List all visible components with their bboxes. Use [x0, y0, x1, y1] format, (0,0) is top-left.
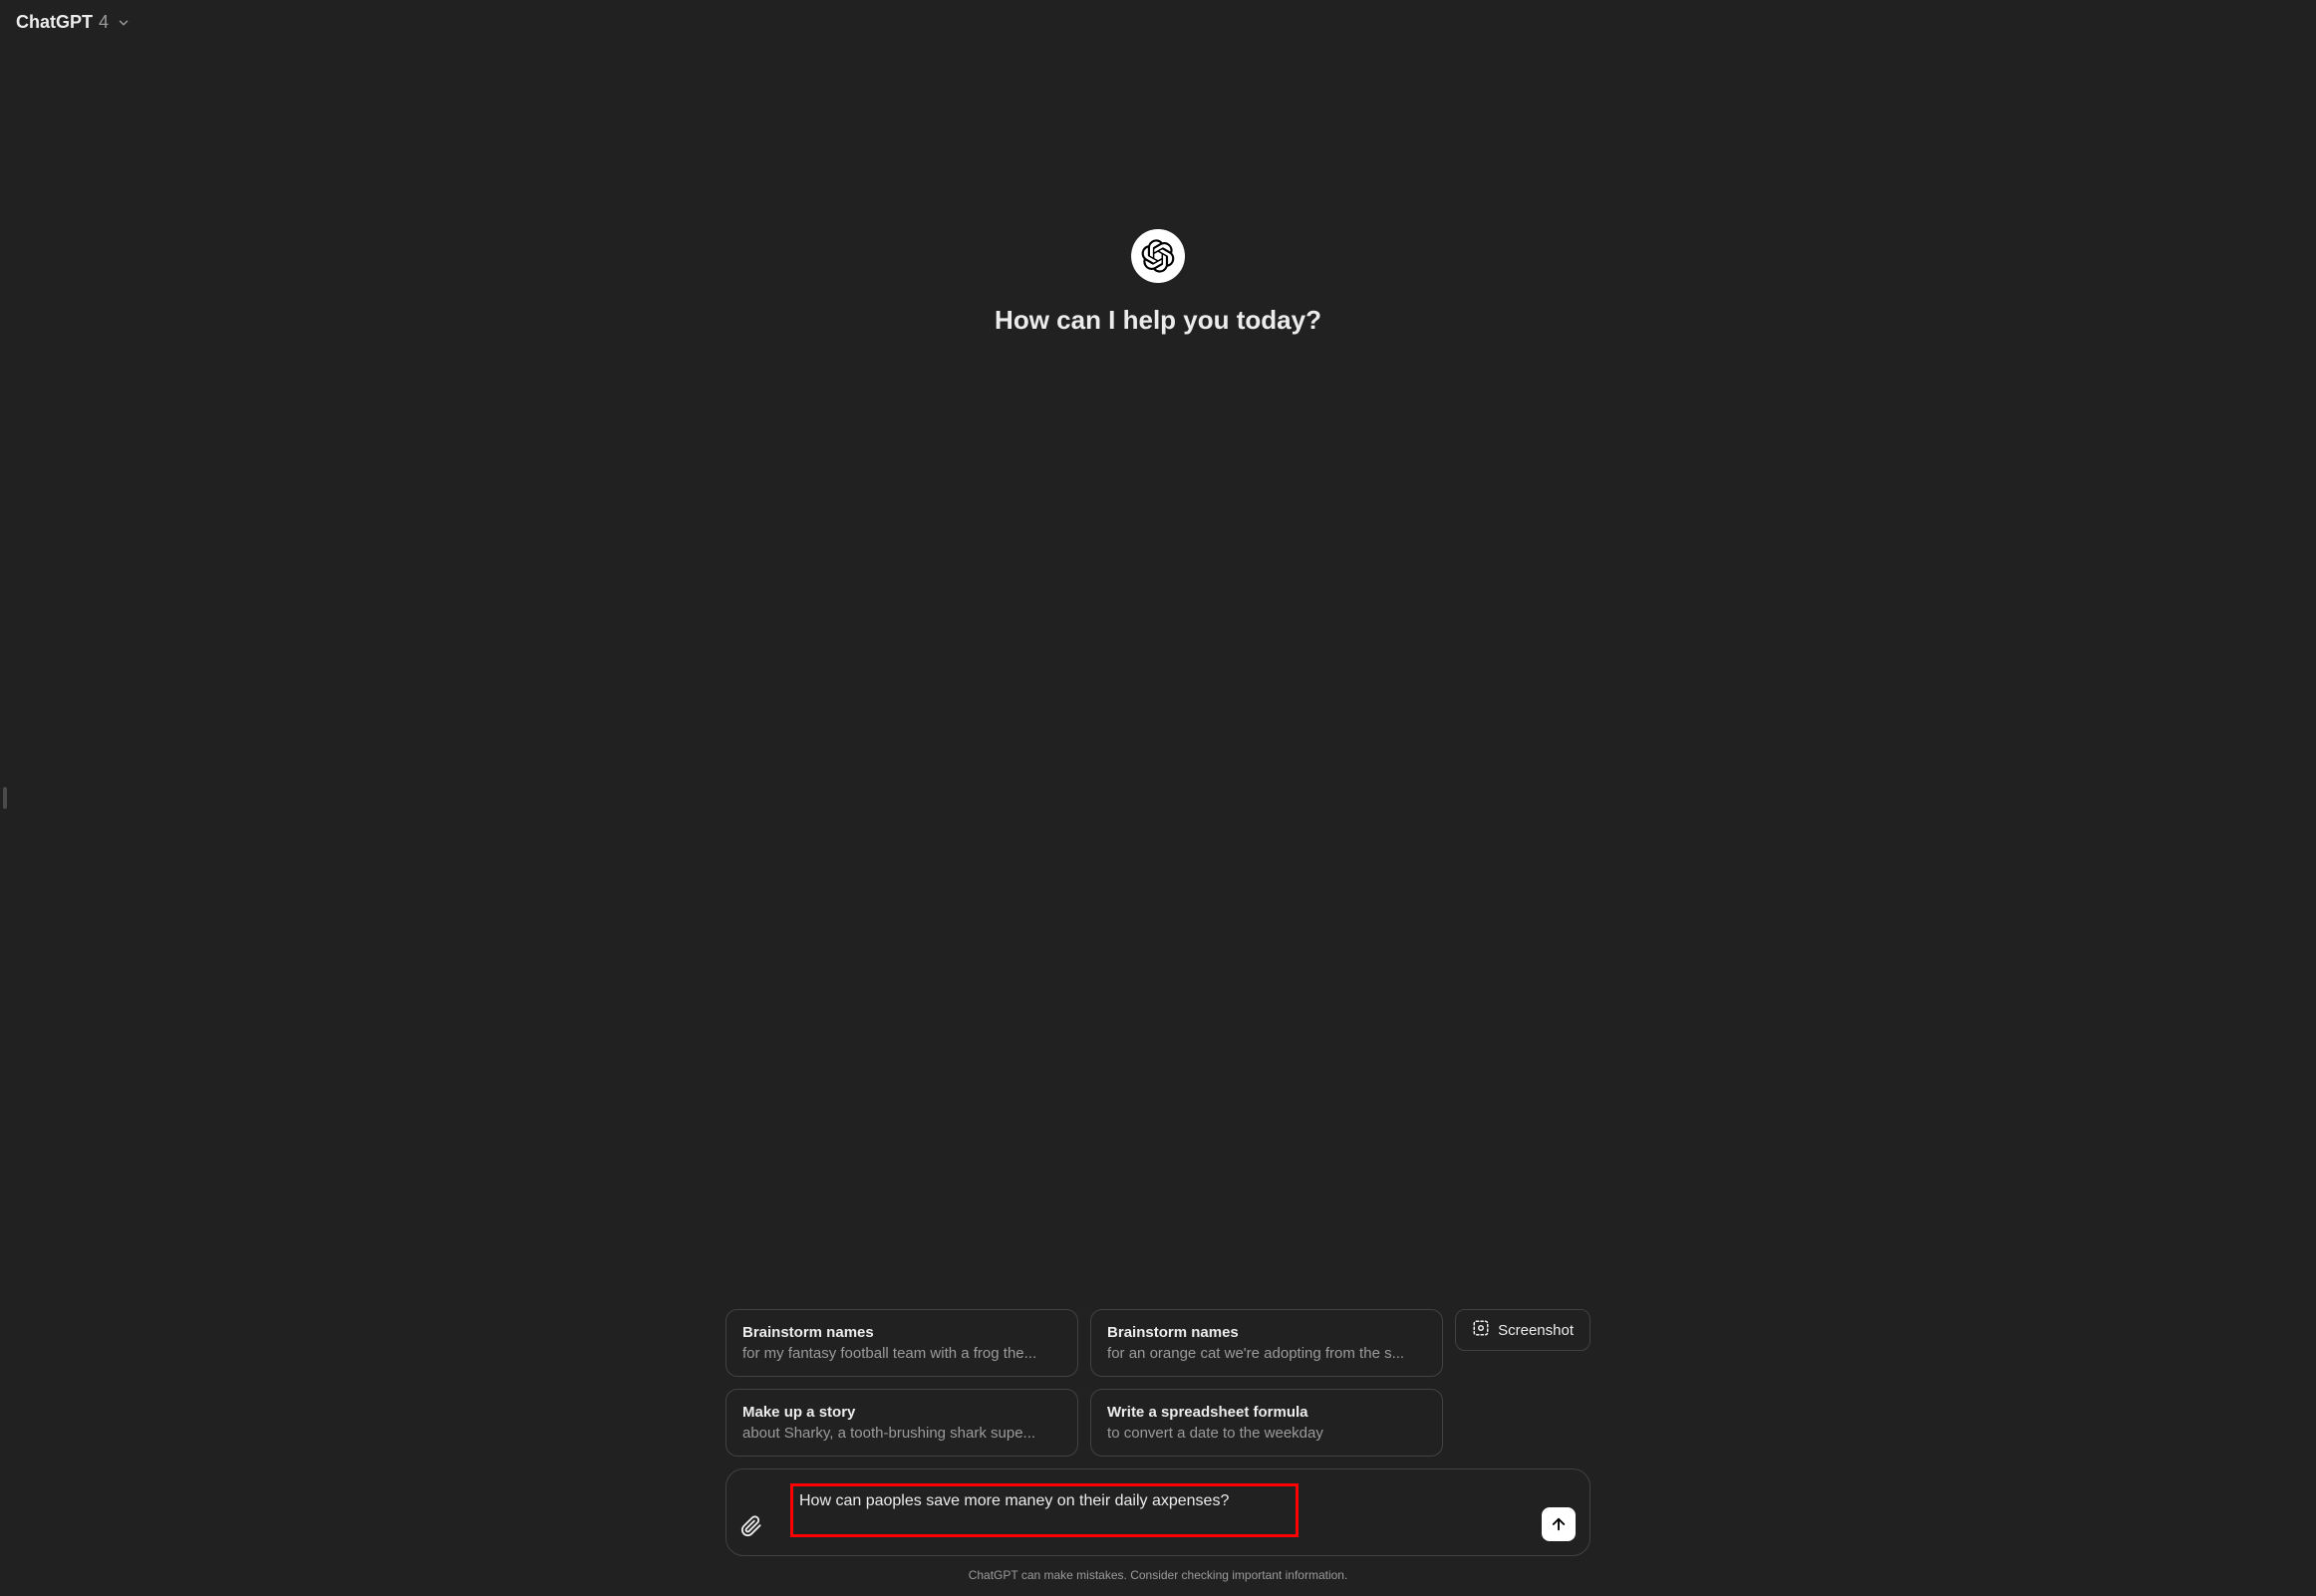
main-area: How can I help you today? Brainstorm nam… [0, 0, 2316, 1596]
hero-greeting: How can I help you today? [995, 305, 1321, 336]
suggestion-card[interactable]: Brainstorm names for my fantasy football… [725, 1309, 1078, 1377]
suggestion-title: Brainstorm names [1107, 1324, 1426, 1341]
attach-button[interactable] [740, 1515, 762, 1543]
message-input[interactable]: How can paoples save more maney on their… [790, 1483, 1532, 1537]
suggestion-card[interactable]: Brainstorm names for an orange cat we're… [1090, 1309, 1443, 1377]
arrow-up-icon [1550, 1515, 1568, 1533]
suggestion-sub: about Sharky, a tooth-brushing shark sup… [742, 1425, 1061, 1442]
input-highlight-annotation: How can paoples save more maney on their… [790, 1483, 1299, 1537]
screenshot-label: Screenshot [1498, 1322, 1574, 1339]
suggestion-card[interactable]: Make up a story about Sharky, a tooth-br… [725, 1389, 1078, 1457]
send-button[interactable] [1542, 1507, 1576, 1541]
message-input-text: How can paoples save more maney on their… [799, 1492, 1229, 1509]
suggestion-card[interactable]: Write a spreadsheet formula to convert a… [1090, 1389, 1443, 1457]
screenshot-icon [1472, 1319, 1490, 1341]
suggestion-title: Make up a story [742, 1404, 1061, 1421]
message-input-container: How can paoples save more maney on their… [725, 1468, 1591, 1556]
suggestions-row: Brainstorm names for my fantasy football… [725, 1309, 1591, 1457]
hero-section: How can I help you today? [995, 229, 1321, 336]
suggestions-grid: Brainstorm names for my fantasy football… [725, 1309, 1443, 1457]
suggestion-title: Write a spreadsheet formula [1107, 1404, 1426, 1421]
suggestion-sub: for an orange cat we're adopting from th… [1107, 1345, 1426, 1362]
openai-logo [1131, 229, 1185, 283]
suggestion-title: Brainstorm names [742, 1324, 1061, 1341]
screenshot-button[interactable]: Screenshot [1455, 1309, 1591, 1351]
suggestion-sub: to convert a date to the weekday [1107, 1425, 1426, 1442]
footer-disclaimer: ChatGPT can make mistakes. Consider chec… [969, 1568, 1348, 1596]
bottom-section: Brainstorm names for my fantasy football… [725, 1309, 1591, 1596]
suggestion-sub: for my fantasy football team with a frog… [742, 1345, 1061, 1362]
